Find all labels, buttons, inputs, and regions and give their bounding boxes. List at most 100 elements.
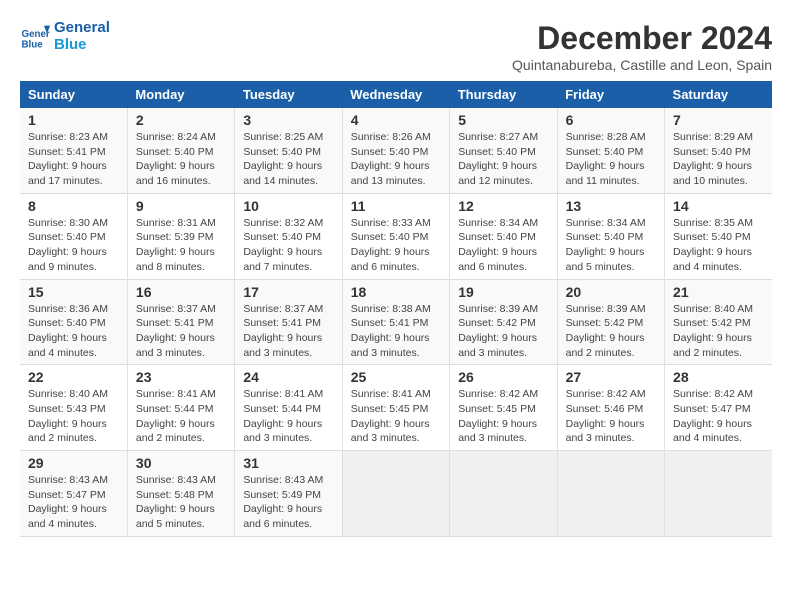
day-number: 7: [673, 112, 764, 128]
day-info: Sunrise: 8:25 AMSunset: 5:40 PMDaylight:…: [243, 131, 323, 187]
day-cell: 12 Sunrise: 8:34 AMSunset: 5:40 PMDaylig…: [450, 193, 557, 279]
day-cell: [450, 451, 557, 537]
day-cell: 31 Sunrise: 8:43 AMSunset: 5:49 PMDaylig…: [235, 451, 342, 537]
day-number: 23: [136, 369, 226, 385]
title-section: December 2024 Quintanabureba, Castille a…: [512, 20, 772, 73]
day-info: Sunrise: 8:32 AMSunset: 5:40 PMDaylight:…: [243, 217, 323, 273]
header-monday: Monday: [127, 81, 234, 108]
day-info: Sunrise: 8:36 AMSunset: 5:40 PMDaylight:…: [28, 303, 108, 359]
header-saturday: Saturday: [665, 81, 772, 108]
day-info: Sunrise: 8:28 AMSunset: 5:40 PMDaylight:…: [566, 131, 646, 187]
day-cell: 18 Sunrise: 8:38 AMSunset: 5:41 PMDaylig…: [342, 279, 449, 365]
day-cell: 21 Sunrise: 8:40 AMSunset: 5:42 PMDaylig…: [665, 279, 772, 365]
day-number: 5: [458, 112, 548, 128]
day-number: 14: [673, 198, 764, 214]
day-number: 24: [243, 369, 333, 385]
day-number: 28: [673, 369, 764, 385]
logo-icon: General Blue: [20, 22, 50, 52]
day-cell: 22 Sunrise: 8:40 AMSunset: 5:43 PMDaylig…: [20, 365, 127, 451]
day-info: Sunrise: 8:41 AMSunset: 5:45 PMDaylight:…: [351, 388, 431, 444]
day-info: Sunrise: 8:37 AMSunset: 5:41 PMDaylight:…: [136, 303, 216, 359]
day-cell: 8 Sunrise: 8:30 AMSunset: 5:40 PMDayligh…: [20, 193, 127, 279]
day-cell: 28 Sunrise: 8:42 AMSunset: 5:47 PMDaylig…: [665, 365, 772, 451]
day-cell: 29 Sunrise: 8:43 AMSunset: 5:47 PMDaylig…: [20, 451, 127, 537]
day-info: Sunrise: 8:24 AMSunset: 5:40 PMDaylight:…: [136, 131, 216, 187]
day-cell: 6 Sunrise: 8:28 AMSunset: 5:40 PMDayligh…: [557, 108, 664, 193]
page-header: General Blue General Blue December 2024 …: [20, 20, 772, 73]
day-number: 12: [458, 198, 548, 214]
day-number: 6: [566, 112, 656, 128]
day-cell: 5 Sunrise: 8:27 AMSunset: 5:40 PMDayligh…: [450, 108, 557, 193]
day-number: 25: [351, 369, 441, 385]
svg-text:General: General: [22, 29, 51, 40]
day-info: Sunrise: 8:30 AMSunset: 5:40 PMDaylight:…: [28, 217, 108, 273]
header-sunday: Sunday: [20, 81, 127, 108]
day-number: 17: [243, 284, 333, 300]
day-cell: 30 Sunrise: 8:43 AMSunset: 5:48 PMDaylig…: [127, 451, 234, 537]
day-number: 20: [566, 284, 656, 300]
day-number: 30: [136, 455, 226, 471]
day-cell: [557, 451, 664, 537]
day-cell: 10 Sunrise: 8:32 AMSunset: 5:40 PMDaylig…: [235, 193, 342, 279]
day-cell: 11 Sunrise: 8:33 AMSunset: 5:40 PMDaylig…: [342, 193, 449, 279]
header-row: SundayMondayTuesdayWednesdayThursdayFrid…: [20, 81, 772, 108]
day-number: 2: [136, 112, 226, 128]
day-number: 1: [28, 112, 119, 128]
week-row-4: 22 Sunrise: 8:40 AMSunset: 5:43 PMDaylig…: [20, 365, 772, 451]
day-number: 21: [673, 284, 764, 300]
day-info: Sunrise: 8:27 AMSunset: 5:40 PMDaylight:…: [458, 131, 538, 187]
day-number: 4: [351, 112, 441, 128]
day-cell: 15 Sunrise: 8:36 AMSunset: 5:40 PMDaylig…: [20, 279, 127, 365]
day-cell: 23 Sunrise: 8:41 AMSunset: 5:44 PMDaylig…: [127, 365, 234, 451]
day-cell: 16 Sunrise: 8:37 AMSunset: 5:41 PMDaylig…: [127, 279, 234, 365]
day-number: 8: [28, 198, 119, 214]
day-info: Sunrise: 8:41 AMSunset: 5:44 PMDaylight:…: [243, 388, 323, 444]
day-cell: 24 Sunrise: 8:41 AMSunset: 5:44 PMDaylig…: [235, 365, 342, 451]
day-cell: 3 Sunrise: 8:25 AMSunset: 5:40 PMDayligh…: [235, 108, 342, 193]
day-cell: 25 Sunrise: 8:41 AMSunset: 5:45 PMDaylig…: [342, 365, 449, 451]
day-number: 19: [458, 284, 548, 300]
day-cell: [342, 451, 449, 537]
day-info: Sunrise: 8:41 AMSunset: 5:44 PMDaylight:…: [136, 388, 216, 444]
day-number: 16: [136, 284, 226, 300]
day-info: Sunrise: 8:42 AMSunset: 5:46 PMDaylight:…: [566, 388, 646, 444]
day-cell: 26 Sunrise: 8:42 AMSunset: 5:45 PMDaylig…: [450, 365, 557, 451]
day-number: 3: [243, 112, 333, 128]
week-row-1: 1 Sunrise: 8:23 AMSunset: 5:41 PMDayligh…: [20, 108, 772, 193]
day-number: 31: [243, 455, 333, 471]
day-info: Sunrise: 8:42 AMSunset: 5:47 PMDaylight:…: [673, 388, 753, 444]
day-cell: 17 Sunrise: 8:37 AMSunset: 5:41 PMDaylig…: [235, 279, 342, 365]
day-cell: 20 Sunrise: 8:39 AMSunset: 5:42 PMDaylig…: [557, 279, 664, 365]
header-wednesday: Wednesday: [342, 81, 449, 108]
header-thursday: Thursday: [450, 81, 557, 108]
subtitle: Quintanabureba, Castille and Leon, Spain: [512, 57, 772, 73]
day-cell: 9 Sunrise: 8:31 AMSunset: 5:39 PMDayligh…: [127, 193, 234, 279]
day-info: Sunrise: 8:43 AMSunset: 5:49 PMDaylight:…: [243, 474, 323, 530]
day-info: Sunrise: 8:34 AMSunset: 5:40 PMDaylight:…: [566, 217, 646, 273]
day-number: 27: [566, 369, 656, 385]
day-info: Sunrise: 8:38 AMSunset: 5:41 PMDaylight:…: [351, 303, 431, 359]
day-cell: 1 Sunrise: 8:23 AMSunset: 5:41 PMDayligh…: [20, 108, 127, 193]
day-info: Sunrise: 8:35 AMSunset: 5:40 PMDaylight:…: [673, 217, 753, 273]
day-info: Sunrise: 8:29 AMSunset: 5:40 PMDaylight:…: [673, 131, 753, 187]
day-number: 22: [28, 369, 119, 385]
day-cell: 13 Sunrise: 8:34 AMSunset: 5:40 PMDaylig…: [557, 193, 664, 279]
day-info: Sunrise: 8:34 AMSunset: 5:40 PMDaylight:…: [458, 217, 538, 273]
logo: General Blue General Blue: [20, 20, 110, 53]
day-info: Sunrise: 8:26 AMSunset: 5:40 PMDaylight:…: [351, 131, 431, 187]
day-number: 11: [351, 198, 441, 214]
week-row-2: 8 Sunrise: 8:30 AMSunset: 5:40 PMDayligh…: [20, 193, 772, 279]
day-info: Sunrise: 8:40 AMSunset: 5:42 PMDaylight:…: [673, 303, 753, 359]
day-number: 13: [566, 198, 656, 214]
main-title: December 2024: [512, 20, 772, 57]
header-tuesday: Tuesday: [235, 81, 342, 108]
logo-line2: Blue: [54, 37, 110, 54]
day-info: Sunrise: 8:43 AMSunset: 5:47 PMDaylight:…: [28, 474, 108, 530]
day-info: Sunrise: 8:31 AMSunset: 5:39 PMDaylight:…: [136, 217, 216, 273]
day-info: Sunrise: 8:23 AMSunset: 5:41 PMDaylight:…: [28, 131, 108, 187]
day-info: Sunrise: 8:39 AMSunset: 5:42 PMDaylight:…: [458, 303, 538, 359]
day-info: Sunrise: 8:43 AMSunset: 5:48 PMDaylight:…: [136, 474, 216, 530]
day-cell: 14 Sunrise: 8:35 AMSunset: 5:40 PMDaylig…: [665, 193, 772, 279]
day-cell: 4 Sunrise: 8:26 AMSunset: 5:40 PMDayligh…: [342, 108, 449, 193]
day-number: 26: [458, 369, 548, 385]
